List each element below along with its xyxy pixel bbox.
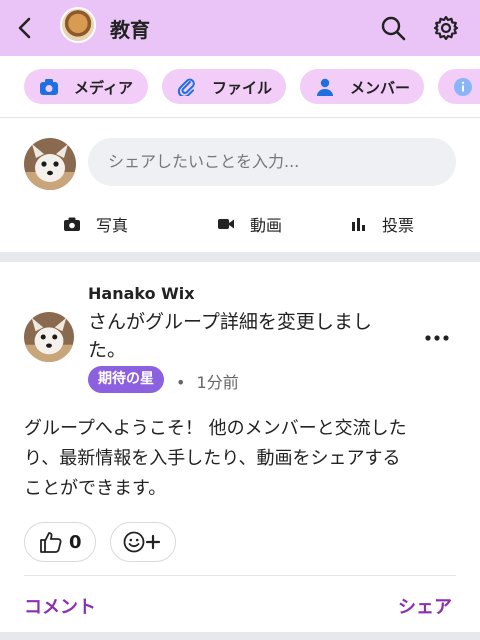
- section-divider: [0, 252, 480, 262]
- post-body: グループへようこそ！ 他のメンバーと交流した り、最新情報を入手したり、動画をシ…: [24, 414, 464, 504]
- post-body-line: り、最新情報を入手したり、動画をシェアする: [24, 448, 401, 469]
- add-reaction-icon: [123, 531, 161, 553]
- post-divider: [24, 575, 456, 576]
- top-bar: 教育: [0, 0, 480, 56]
- chip-members[interactable]: メンバー: [300, 69, 424, 104]
- camera-icon: [40, 79, 58, 95]
- chip-media[interactable]: メディア: [24, 69, 148, 104]
- poll-icon: [352, 217, 365, 231]
- paperclip-icon: [177, 78, 195, 96]
- group-title: 教育: [110, 18, 150, 42]
- post-action-line: さんがグループ詳細を変更しまし: [88, 311, 372, 333]
- post-action-text: さんがグループ詳細を変更しまし た。: [88, 308, 408, 364]
- share-button[interactable]: シェア: [398, 593, 452, 619]
- info-icon: [454, 78, 472, 96]
- group-avatar[interactable]: [60, 7, 96, 43]
- post-body-line: ことができます。: [24, 478, 167, 499]
- post-body-line: グループへようこそ！ 他のメンバーと交流した: [24, 418, 407, 439]
- like-count: 0: [69, 531, 82, 553]
- post-composer-input[interactable]: シェアしたいことを入力...: [88, 138, 456, 186]
- photo-button[interactable]: 写真: [64, 212, 128, 236]
- user-avatar[interactable]: [24, 138, 76, 190]
- member-badge: 期待の星: [88, 366, 164, 393]
- time-text: 1分前: [196, 373, 239, 392]
- like-button[interactable]: 0: [24, 522, 96, 562]
- chip-files[interactable]: ファイル: [162, 69, 286, 104]
- chip-bar: メディア ファイル メンバー: [0, 56, 480, 118]
- video-button[interactable]: 動画: [218, 212, 282, 236]
- post-author-name[interactable]: Hanako Wix: [88, 284, 195, 303]
- post-action-line: た。: [88, 339, 127, 361]
- more-options-icon[interactable]: [424, 331, 450, 345]
- thumbs-up-icon: [40, 532, 62, 553]
- video-icon: [218, 219, 234, 229]
- person-icon: [317, 78, 333, 96]
- post-timestamp: • 1分前: [176, 369, 239, 393]
- comment-button[interactable]: コメント: [24, 593, 96, 619]
- poll-button[interactable]: 投票: [352, 212, 414, 236]
- chevron-left-icon[interactable]: [12, 14, 40, 42]
- section-divider: [0, 632, 480, 640]
- composer-actions: 写真 動画 投票: [0, 200, 480, 248]
- camera-icon: [64, 217, 80, 231]
- add-reaction-button[interactable]: [110, 522, 176, 562]
- post-author-avatar[interactable]: [24, 312, 74, 362]
- dot-separator: •: [176, 373, 186, 392]
- search-icon[interactable]: [380, 15, 406, 41]
- chip-info[interactable]: [438, 69, 480, 104]
- gear-icon[interactable]: [432, 14, 460, 42]
